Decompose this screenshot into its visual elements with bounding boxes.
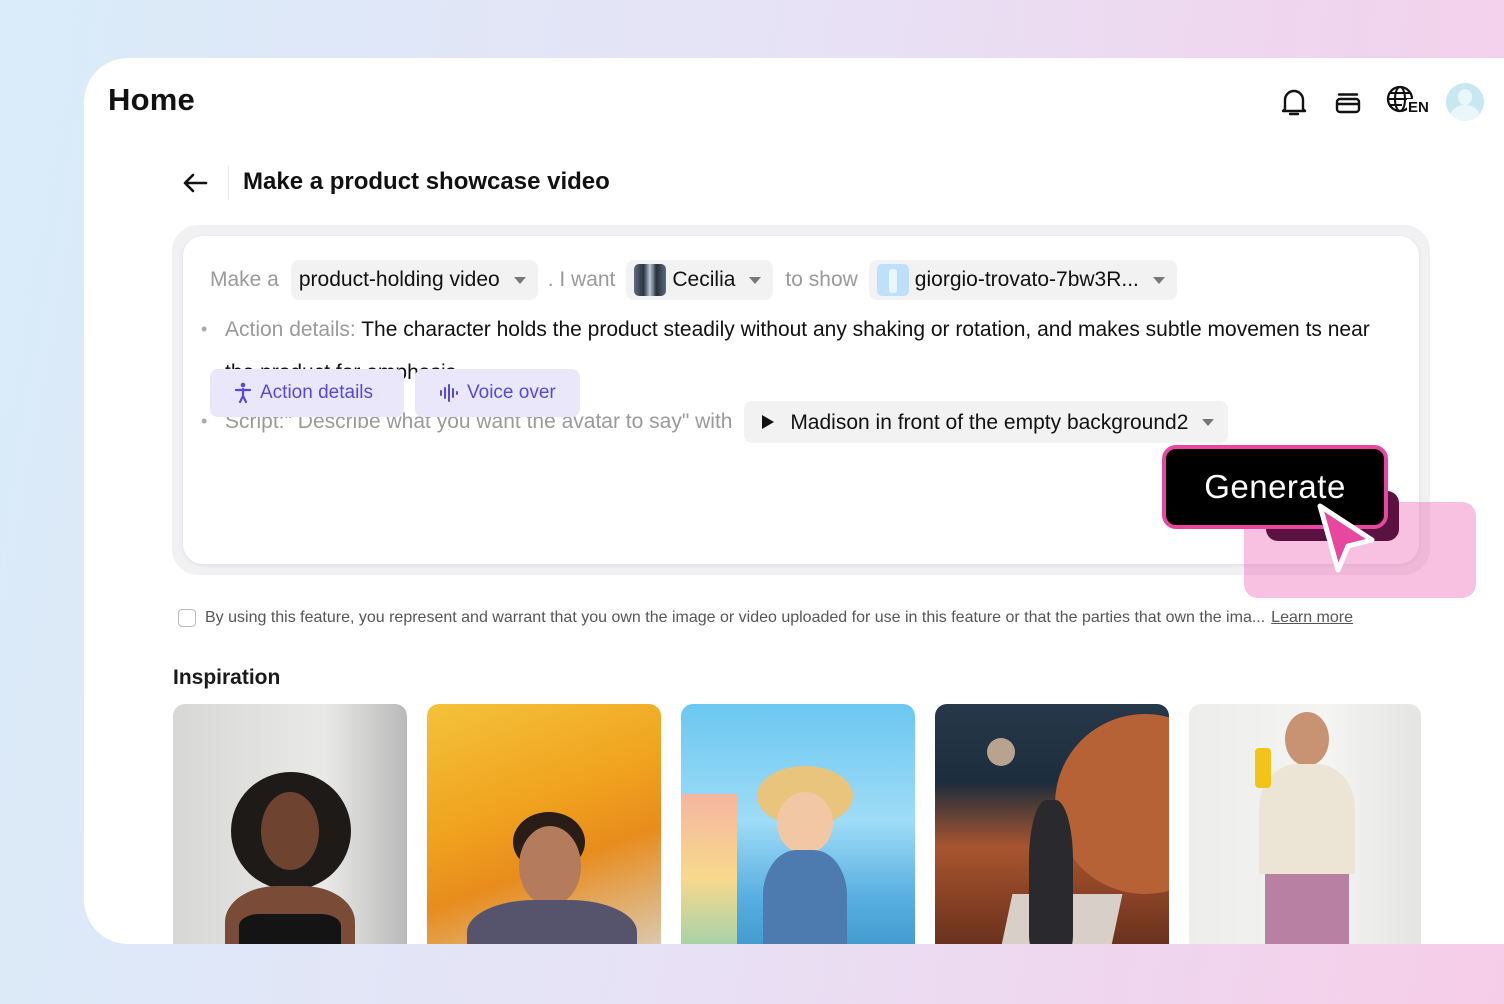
- inspiration-gallery: [173, 704, 1441, 944]
- product-dropdown[interactable]: giorgio-trovato-7bw3R...: [869, 260, 1177, 300]
- video-type-value: product-holding video: [299, 268, 500, 292]
- inspiration-card[interactable]: [427, 704, 661, 944]
- inspiration-card[interactable]: [173, 704, 407, 944]
- woman-face-shape: [261, 792, 319, 870]
- prompt-i-want: . I want: [548, 268, 616, 292]
- man-head-shape: [1285, 712, 1329, 766]
- arrow-left-icon: [182, 172, 208, 194]
- product-bottle-shape: [1255, 748, 1271, 788]
- shirt-shape: [467, 900, 637, 944]
- inspiration-title: Inspiration: [173, 666, 280, 690]
- person-pose-icon: [234, 382, 252, 404]
- product-name: giorgio-trovato-7bw3R...: [915, 268, 1139, 292]
- play-icon[interactable]: [762, 415, 774, 429]
- cards-stack-icon[interactable]: [1330, 82, 1366, 122]
- learn-more-link[interactable]: Learn more: [1271, 609, 1353, 627]
- pants-shape: [1265, 874, 1349, 944]
- consent-text: By using this feature, you represent and…: [205, 609, 1265, 627]
- shirt-shape: [1259, 764, 1355, 874]
- generate-button-label: Generate: [1204, 468, 1346, 506]
- avatar-dropdown[interactable]: Cecilia: [626, 260, 773, 300]
- soundwave-icon: [439, 383, 459, 403]
- girl-face-shape: [777, 792, 833, 854]
- user-avatar[interactable]: [1446, 83, 1484, 121]
- chevron-down-icon: [514, 277, 526, 284]
- page-header-title: Home: [108, 82, 195, 118]
- video-type-dropdown[interactable]: product-holding video: [291, 260, 538, 300]
- inspiration-card[interactable]: [935, 704, 1169, 944]
- chevron-down-icon: [749, 277, 761, 284]
- voice-name: Madison in front of the empty background…: [790, 401, 1188, 444]
- inspiration-card[interactable]: [1189, 704, 1421, 944]
- chevron-down-icon: [1153, 277, 1165, 284]
- voice-over-button[interactable]: Voice over: [415, 369, 580, 417]
- action-details-button[interactable]: Action details: [210, 369, 404, 417]
- action-details-label: Action details:: [225, 318, 356, 341]
- mouse-pointer-icon: [1312, 502, 1382, 587]
- product-thumbnail: [877, 264, 909, 296]
- back-button[interactable]: [180, 168, 210, 198]
- chevron-down-icon: [1202, 419, 1214, 426]
- avatar-body-shape: [1450, 105, 1480, 121]
- action-details-button-label: Action details: [260, 382, 373, 404]
- black-top-shape: [239, 914, 341, 944]
- avatar-name: Cecilia: [672, 268, 735, 292]
- top-toolbar: EN: [1276, 82, 1484, 122]
- avatar-thumbnail: [634, 264, 666, 296]
- man-face-shape: [519, 826, 581, 906]
- prompt-to-show: to show: [785, 268, 857, 292]
- voice-dropdown[interactable]: Madison in front of the empty background…: [744, 401, 1228, 443]
- consent-checkbox[interactable]: [178, 609, 196, 627]
- avatar-head-shape: [1458, 89, 1472, 105]
- prompt-make-a: Make a: [210, 268, 279, 292]
- bullet-dot: •: [201, 308, 207, 351]
- language-code: EN: [1407, 99, 1429, 116]
- bullet-dot: •: [201, 400, 207, 443]
- suit-figure-shape: [1029, 800, 1073, 944]
- language-globe-icon[interactable]: EN: [1384, 82, 1426, 122]
- app-window: Home EN Make a product showcase video Ma…: [84, 58, 1504, 944]
- page-title: Make a product showcase video: [243, 168, 610, 196]
- moon-shape: [987, 738, 1015, 766]
- consent-row: By using this feature, you represent and…: [178, 609, 1353, 627]
- voice-over-button-label: Voice over: [467, 382, 556, 404]
- prompt-sentence: Make a product-holding video . I want Ce…: [210, 260, 1177, 300]
- inspiration-card[interactable]: [681, 704, 915, 944]
- jacket-shape: [763, 850, 847, 944]
- houses-shape: [681, 794, 737, 944]
- bell-icon[interactable]: [1276, 82, 1312, 122]
- title-divider: [228, 166, 229, 200]
